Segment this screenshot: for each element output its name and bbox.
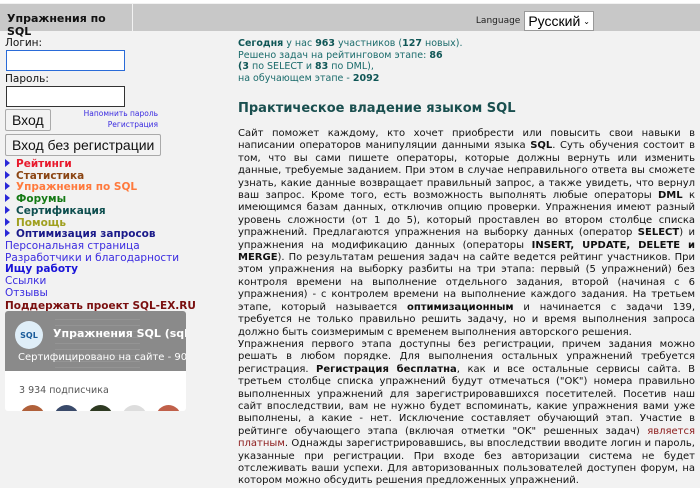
- menu-label: Помощь: [16, 216, 67, 229]
- top-border: [0, 0, 700, 3]
- avatar[interactable]: [122, 405, 147, 411]
- chevron-down-icon: ⌄: [583, 16, 590, 26]
- triangle-icon: [5, 194, 10, 203]
- menu-label: Упражнения по SQL: [16, 181, 138, 194]
- triangle-icon: [5, 229, 10, 238]
- menu-label: Рейтинги: [16, 158, 72, 170]
- avatar[interactable]: [54, 405, 79, 411]
- stats-text: участников (: [335, 38, 403, 49]
- password-label: Пароль:: [5, 73, 49, 85]
- triangle-icon: [5, 170, 10, 179]
- stats-text: по SELECT и: [248, 61, 316, 72]
- language-selector: Language Русский ⌄: [476, 11, 594, 31]
- rated-count: 86: [429, 49, 443, 61]
- widget-subtitle: Сертифицировано на сайте - 907: [18, 352, 186, 363]
- training-count: 2092: [352, 72, 380, 84]
- text: Регистрация бесплатна: [316, 363, 457, 375]
- login-input[interactable]: [6, 50, 125, 71]
- triangle-icon: [5, 205, 10, 214]
- text: DML: [658, 190, 683, 202]
- intro-text: Сайт поможет каждому, кто хочет приобрес…: [238, 128, 695, 488]
- stats-text: новых).: [421, 38, 463, 49]
- site-title: Упражнения по SQL: [0, 4, 132, 38]
- avatar[interactable]: [156, 405, 181, 411]
- sql-logo: SQL: [15, 321, 43, 349]
- language-value: Русский: [528, 13, 581, 29]
- stats-text: Решено задач на рейтинговом этапе:: [238, 49, 430, 61]
- stats-text: у нас: [283, 38, 316, 49]
- menu-label: Сертификация: [16, 204, 106, 217]
- menu-label: Оптимизация запросов: [16, 228, 156, 241]
- stats-text: на обучающем этапе -: [238, 72, 353, 84]
- subscriber-avatars: [20, 405, 186, 411]
- remind-password-link[interactable]: Напомнить пароль: [84, 109, 158, 120]
- triangle-icon: [5, 217, 10, 226]
- menu-label: Форумы: [16, 193, 67, 206]
- page-heading: Практическое владение языком SQL: [238, 101, 516, 116]
- new-count: 127: [402, 38, 422, 49]
- login-label: Логин:: [5, 37, 43, 49]
- text: . Однажды зарегистрировавшись, вы впосле…: [238, 438, 695, 487]
- avatar[interactable]: [20, 405, 45, 411]
- select-count: 3: [242, 61, 249, 72]
- site-stats: Сегодня у нас 963 участников (127 новых)…: [238, 38, 463, 84]
- link-personal-page[interactable]: Персональная страница: [5, 240, 230, 253]
- header-bar: Language Русский ⌄: [133, 4, 700, 31]
- community-widget[interactable]: SQL Упражнения SQL (sql-e... Сертифициро…: [5, 311, 186, 411]
- text: оптимизационным: [406, 301, 514, 313]
- guest-login-button[interactable]: Вход без регистрации: [5, 134, 162, 156]
- dml-count: 83: [315, 61, 329, 72]
- main-content: Сегодня у нас 963 участников (127 новых)…: [238, 38, 695, 488]
- sidebar: Логин: Пароль: Вход Напомнить пароль Рег…: [5, 37, 230, 313]
- avatar[interactable]: [88, 405, 113, 411]
- language-select[interactable]: Русский ⌄: [524, 11, 594, 31]
- password-input[interactable]: [6, 86, 125, 107]
- subscriber-count: 3 934 подписчика: [19, 385, 109, 396]
- triangle-icon: [5, 159, 10, 167]
- text: SELECT: [637, 227, 680, 239]
- widget-cover: SQL Упражнения SQL (sql-e... Сертифициро…: [5, 311, 186, 371]
- text: SQL: [530, 140, 553, 152]
- stats-text: по DML),: [328, 61, 374, 72]
- triangle-icon: [5, 182, 10, 191]
- login-button[interactable]: Вход: [5, 109, 51, 131]
- main-menu: Рейтинги Статистика Упражнения по SQL Фо…: [5, 158, 230, 313]
- link-references[interactable]: Ссылки: [5, 275, 230, 288]
- widget-title[interactable]: Упражнения SQL (sql-e...: [53, 327, 186, 340]
- register-link[interactable]: Регистрация: [84, 120, 158, 131]
- stats-text: Сегодня: [238, 38, 284, 49]
- menu-label: Статистика: [16, 169, 85, 182]
- link-reviews[interactable]: Отзывы: [5, 287, 230, 300]
- participants-count: 963: [315, 38, 336, 49]
- language-label: Language: [475, 16, 521, 26]
